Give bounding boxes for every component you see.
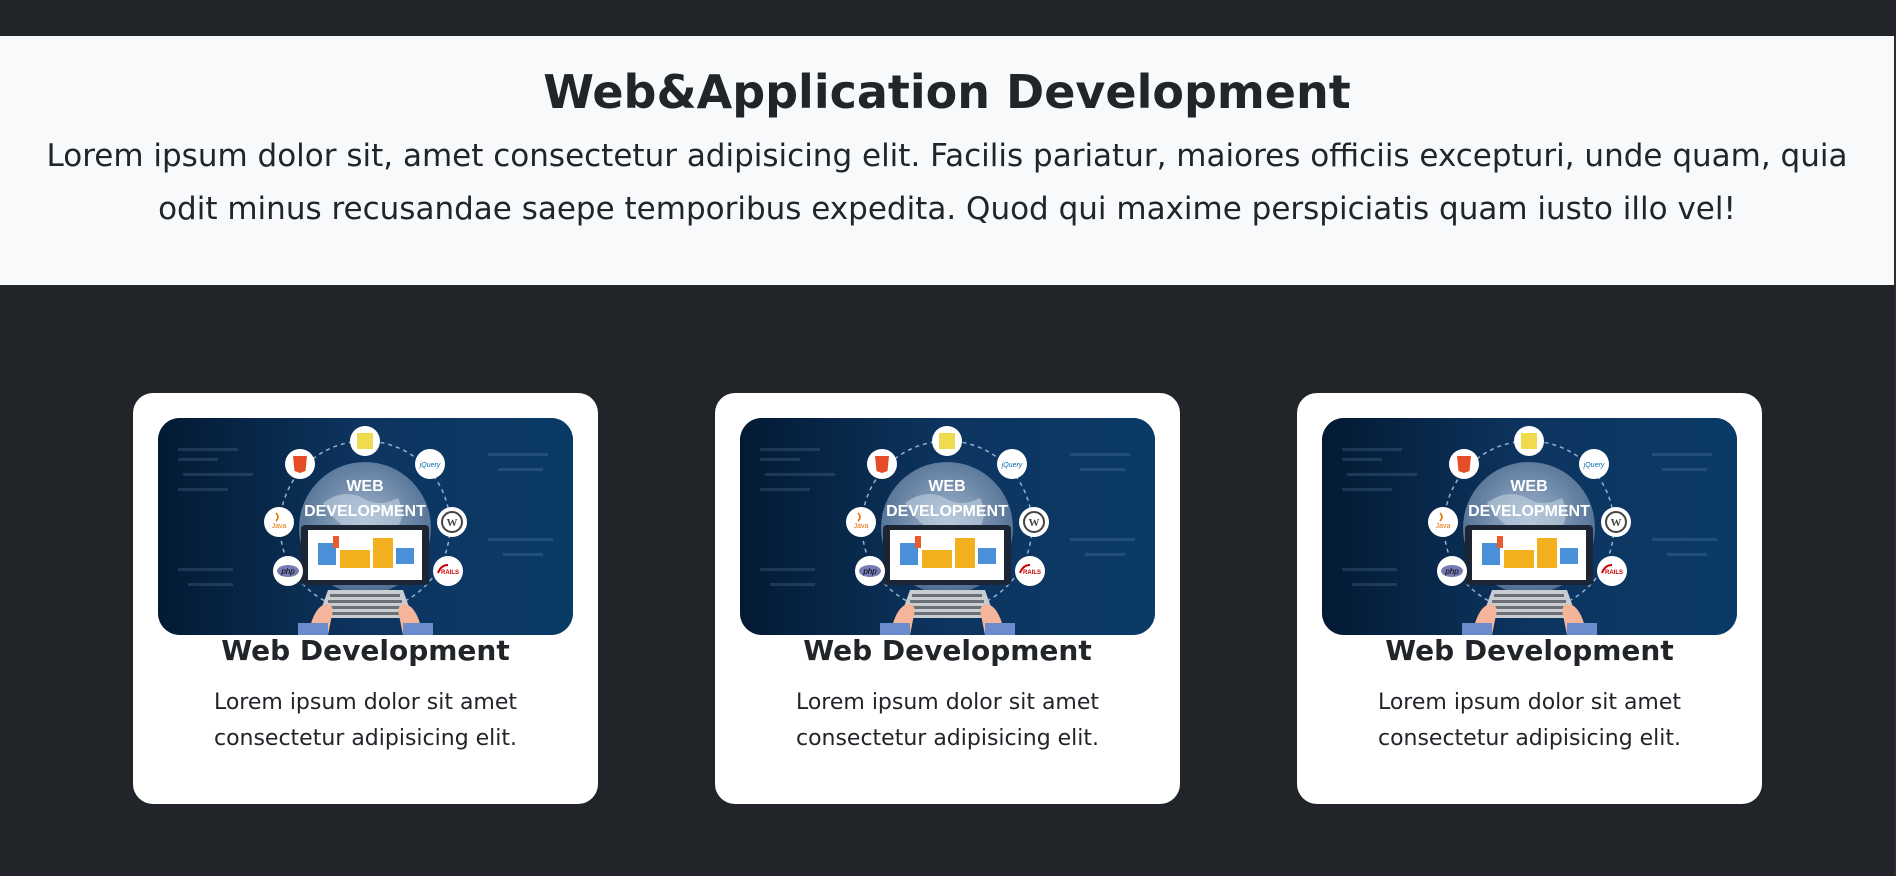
svg-text:jQuery: jQuery (419, 462, 441, 469)
svg-text:Java: Java (854, 523, 869, 530)
web-development-image: WEB DEVELOPMENT jQuery Java W php RAILS (158, 418, 573, 635)
image-caption-line1: WEB (928, 478, 965, 495)
image-caption-line2: DEVELOPMENT (886, 503, 1008, 520)
jquery-icon: jQuery (997, 449, 1027, 479)
javascript-icon (350, 426, 380, 456)
rails-icon: RAILS (1597, 556, 1627, 586)
card-text: Lorem ipsum dolor sit amet consectetur a… (1377, 690, 1682, 751)
java-icon: Java (1428, 507, 1458, 537)
html5-icon (285, 449, 315, 479)
wordpress-icon: W (1601, 507, 1631, 537)
html5-icon (1449, 449, 1479, 479)
svg-text:W: W (447, 517, 458, 529)
javascript-icon (932, 426, 962, 456)
card-text: Lorem ipsum dolor sit amet consectetur a… (213, 690, 518, 751)
rails-icon: RAILS (1015, 556, 1045, 586)
service-card-3: WEB DEVELOPMENT jQuery Java W php RAILS … (1297, 393, 1762, 804)
svg-text:W: W (1029, 517, 1040, 529)
image-caption-line1: WEB (1510, 478, 1547, 495)
html5-icon (867, 449, 897, 479)
svg-text:Java: Java (272, 523, 287, 530)
hero-description: Lorem ipsum dolor sit, amet consectetur … (46, 138, 1848, 227)
jquery-icon: jQuery (415, 449, 445, 479)
service-card-2: WEB DEVELOPMENT jQuery Java W php RAILS … (715, 393, 1180, 804)
svg-text:RAILS: RAILS (1023, 570, 1041, 576)
svg-text:RAILS: RAILS (1605, 570, 1623, 576)
card-text: Lorem ipsum dolor sit amet consectetur a… (795, 690, 1100, 751)
card-title: Web Development (1385, 634, 1674, 667)
rails-icon: RAILS (433, 556, 463, 586)
php-icon: php (1437, 556, 1467, 586)
svg-text:php: php (1444, 567, 1459, 576)
svg-text:php: php (862, 567, 877, 576)
card-title: Web Development (803, 634, 1092, 667)
service-card-1: WEB DEVELOPMENT jQuery Java W php RAILS … (133, 393, 598, 804)
jquery-icon: jQuery (1579, 449, 1609, 479)
web-development-image: WEB DEVELOPMENT jQuery Java W php RAILS (1322, 418, 1737, 635)
card-title: Web Development (221, 634, 510, 667)
svg-text:jQuery: jQuery (1583, 462, 1605, 469)
java-icon: Java (846, 507, 876, 537)
image-caption-line2: DEVELOPMENT (1468, 503, 1590, 520)
svg-text:W: W (1611, 517, 1622, 529)
hero-section: Web&Application Development Lorem ipsum … (0, 36, 1894, 285)
svg-text:RAILS: RAILS (441, 570, 459, 576)
web-development-image: WEB DEVELOPMENT jQuery Java W php RAILS (740, 418, 1155, 635)
php-icon: php (273, 556, 303, 586)
wordpress-icon: W (437, 507, 467, 537)
wordpress-icon: W (1019, 507, 1049, 537)
page-title: Web&Application Development (543, 65, 1351, 119)
svg-text:jQuery: jQuery (1001, 462, 1023, 469)
image-caption-line1: WEB (346, 478, 383, 495)
php-icon: php (855, 556, 885, 586)
image-caption-line2: DEVELOPMENT (304, 503, 426, 520)
svg-text:php: php (280, 567, 295, 576)
svg-text:Java: Java (1436, 523, 1451, 530)
javascript-icon (1514, 426, 1544, 456)
java-icon: Java (264, 507, 294, 537)
